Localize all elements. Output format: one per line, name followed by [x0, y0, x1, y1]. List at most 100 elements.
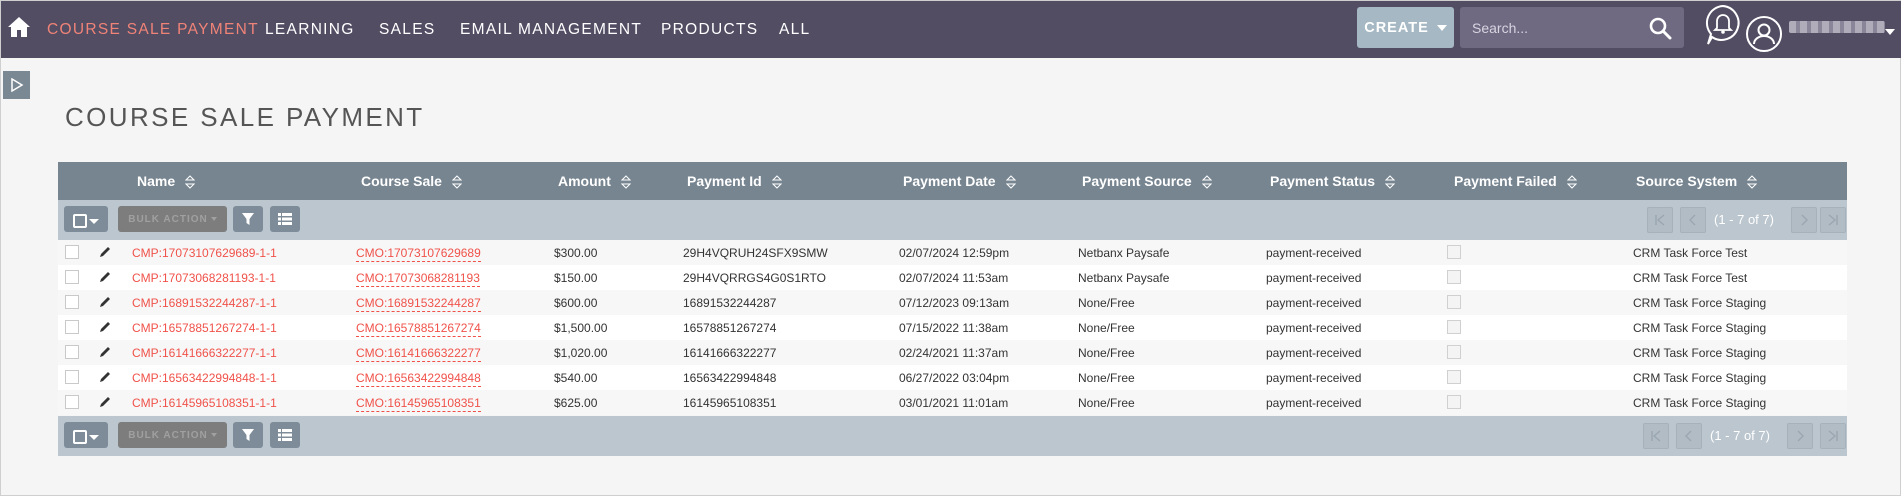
table-row[interactable]: CMP:16891532244287-1-1 CMO:1689153224428… [58, 290, 1847, 315]
first-page-button[interactable] [1647, 207, 1673, 233]
col-header-payment-failed[interactable]: Payment Failed [1454, 173, 1577, 190]
pencil-icon[interactable] [98, 395, 112, 409]
filter-button[interactable] [233, 422, 263, 448]
select-all-button[interactable] [64, 206, 108, 232]
filter-icon [242, 213, 254, 225]
table-row[interactable]: CMP:16563422994848-1-1 CMO:1656342299484… [58, 365, 1847, 390]
filter-button[interactable] [233, 206, 263, 232]
col-header-source-system[interactable]: Source System [1636, 173, 1758, 190]
row-course-sale-link[interactable]: CMO:16578851267274 [356, 321, 481, 337]
prev-page-button[interactable] [1676, 423, 1702, 449]
table-row[interactable]: CMP:16141666322277-1-1 CMO:1614166632227… [58, 340, 1847, 365]
row-payment-failed-checkbox [1447, 245, 1461, 259]
sort-icon[interactable] [1201, 175, 1212, 190]
chevron-down-icon [89, 435, 99, 440]
row-name-link[interactable]: CMP:16563422994848-1-1 [132, 371, 277, 385]
row-checkbox[interactable] [65, 270, 79, 284]
table-row[interactable]: CMP:16145965108351-1-1 CMO:1614596510835… [58, 390, 1847, 415]
row-payment-id: 16578851267274 [683, 321, 777, 335]
row-name-link[interactable]: CMP:16578851267274-1-1 [132, 321, 277, 335]
search-icon[interactable] [1648, 16, 1672, 40]
row-name-link[interactable]: CMP:17073068281193-1-1 [132, 271, 276, 285]
pencil-icon[interactable] [98, 370, 112, 384]
column-chooser-button[interactable] [270, 206, 300, 232]
col-header-payment-date[interactable]: Payment Date [903, 173, 1016, 190]
row-checkbox[interactable] [65, 245, 79, 259]
row-checkbox[interactable] [65, 370, 79, 384]
last-page-button[interactable] [1820, 423, 1846, 449]
row-course-sale-link[interactable]: CMO:16141666322277 [356, 346, 481, 362]
row-checkbox[interactable] [65, 395, 79, 409]
row-payment-date: 03/01/2021 11:01am [899, 396, 1009, 410]
row-checkbox[interactable] [65, 320, 79, 334]
nav-all[interactable]: ALL [779, 21, 810, 39]
pencil-icon[interactable] [98, 270, 112, 284]
sort-icon[interactable] [620, 175, 631, 190]
col-header-payment-status[interactable]: Payment Status [1270, 173, 1396, 190]
chevron-down-icon [210, 217, 217, 221]
col-header-amount[interactable]: Amount [558, 173, 631, 190]
row-name-link[interactable]: CMP:17073107629689-1-1 [132, 246, 277, 260]
row-source-system: CRM Task Force Staging [1633, 346, 1767, 360]
col-header-payment-source[interactable]: Payment Source [1082, 173, 1212, 190]
nav-learning[interactable]: LEARNING [265, 21, 355, 39]
first-page-button[interactable] [1643, 423, 1669, 449]
row-course-sale-link[interactable]: CMO:17073107629689 [356, 246, 481, 262]
bulk-action-button[interactable]: BULK ACTION [118, 422, 227, 448]
pencil-icon[interactable] [98, 245, 112, 259]
sort-icon[interactable] [1385, 175, 1396, 190]
column-chooser-icon [278, 213, 292, 225]
pencil-icon[interactable] [98, 295, 112, 309]
row-name-link[interactable]: CMP:16891532244287-1-1 [132, 296, 277, 310]
sort-icon[interactable] [771, 175, 782, 190]
table-row[interactable]: CMP:17073068281193-1-1 CMO:1707306828119… [58, 265, 1847, 290]
row-checkbox[interactable] [65, 345, 79, 359]
row-checkbox[interactable] [65, 295, 79, 309]
row-payment-id: 29H4VQRRGS4G0S1RTO [683, 271, 826, 285]
top-navbar: COURSE SALE PAYMENT LEARNING SALES EMAIL… [1, 1, 1901, 58]
row-course-sale-link[interactable]: CMO:16891532244287 [356, 296, 481, 312]
sort-icon[interactable] [185, 175, 196, 190]
column-chooser-icon [278, 429, 292, 441]
home-icon[interactable] [7, 15, 31, 39]
nav-course-sale-payment[interactable]: COURSE SALE PAYMENT [47, 21, 259, 39]
sort-icon[interactable] [1005, 175, 1016, 190]
column-chooser-button[interactable] [270, 422, 300, 448]
pencil-icon[interactable] [98, 345, 112, 359]
pagination-count: (1 - 7 of 7) [1714, 212, 1774, 227]
create-button[interactable]: CREATE [1357, 7, 1454, 48]
search-input[interactable] [1470, 16, 1644, 40]
nav-products[interactable]: PRODUCTS [661, 21, 758, 39]
row-course-sale-link[interactable]: CMO:16563422994848 [356, 371, 481, 387]
table-row[interactable]: CMP:16578851267274-1-1 CMO:1657885126727… [58, 315, 1847, 340]
col-header-course-sale[interactable]: Course Sale [361, 173, 462, 190]
nav-sales[interactable]: SALES [379, 21, 435, 39]
row-payment-source: Netbanx Paysafe [1078, 271, 1170, 285]
row-amount: $600.00 [554, 296, 598, 310]
prev-page-button[interactable] [1680, 207, 1706, 233]
table-row[interactable]: CMP:17073107629689-1-1 CMO:1707310762968… [58, 240, 1847, 265]
row-course-sale-link[interactable]: CMO:17073068281193 [356, 271, 480, 287]
row-payment-id: 16563422994848 [683, 371, 777, 385]
row-name-link[interactable]: CMP:16145965108351-1-1 [132, 396, 277, 410]
bell-icon[interactable] [1703, 4, 1743, 46]
next-page-button[interactable] [1791, 207, 1817, 233]
sort-icon[interactable] [451, 175, 462, 190]
nav-email-management[interactable]: EMAIL MANAGEMENT [460, 21, 642, 39]
sidebar-toggle-button[interactable] [3, 71, 30, 99]
user-icon[interactable] [1745, 15, 1783, 53]
chevron-down-icon[interactable] [1885, 29, 1895, 35]
user-name-redacted[interactable] [1789, 21, 1885, 33]
sort-icon[interactable] [1566, 175, 1577, 190]
sort-icon[interactable] [1747, 175, 1758, 190]
col-header-payment-id[interactable]: Payment Id [687, 173, 782, 190]
select-all-button[interactable] [64, 422, 108, 448]
pencil-icon[interactable] [98, 320, 112, 334]
row-name-link[interactable]: CMP:16141666322277-1-1 [132, 346, 277, 360]
last-page-button[interactable] [1820, 207, 1846, 233]
col-header-name[interactable]: Name [137, 173, 196, 190]
row-course-sale-link[interactable]: CMO:16145965108351 [356, 396, 481, 412]
chevron-down-icon [210, 433, 217, 437]
bulk-action-button[interactable]: BULK ACTION [118, 206, 227, 232]
next-page-button[interactable] [1787, 423, 1813, 449]
